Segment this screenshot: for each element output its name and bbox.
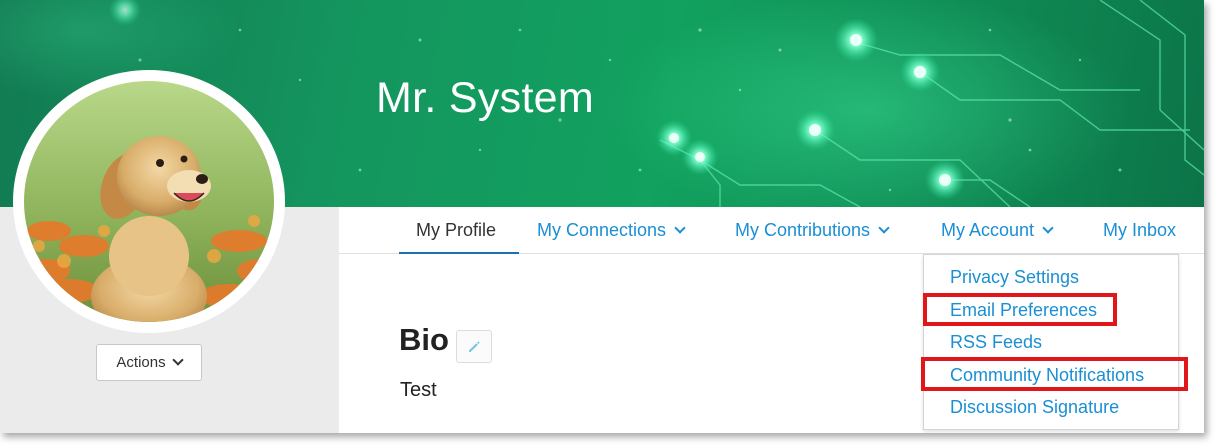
edit-bio-button[interactable] [456,330,492,363]
chevron-down-icon [878,222,890,234]
tab-label: My Profile [416,220,497,240]
profile-name: Mr. System [376,74,595,122]
menu-item-privacy-settings[interactable]: Privacy Settings [950,267,1079,288]
chevron-down-icon [1042,222,1054,234]
avatar-frame [13,70,285,333]
tab-my-profile[interactable]: My Profile [416,207,496,254]
tab-my-connections[interactable]: My Connections [537,207,686,254]
menu-item-rss-feeds[interactable]: RSS Feeds [950,332,1042,353]
avatar [24,81,274,322]
tab-label: My Connections [537,220,667,240]
chevron-down-icon [674,222,686,234]
tab-label: My Account [941,220,1035,240]
tab-my-inbox[interactable]: My Inbox [1103,207,1176,254]
tab-my-account[interactable]: My Account [941,207,1054,254]
account-dropdown-menu: Privacy Settings Email Preferences RSS F… [923,254,1179,430]
chevron-down-icon [171,354,184,366]
menu-item-email-preferences[interactable]: Email Preferences [950,300,1097,321]
tab-label: My Contributions [735,220,871,240]
actions-label: Actions [116,354,166,371]
actions-button[interactable]: Actions [96,344,202,381]
bio-text: Test [400,379,437,401]
tab-my-contributions[interactable]: My Contributions [735,207,890,254]
profile-page: Mr. System Actions My Profile My Connect… [0,0,1204,433]
bio-heading: Bio [399,322,449,357]
menu-item-discussion-signature[interactable]: Discussion Signature [950,397,1119,418]
tab-label: My Inbox [1103,220,1177,240]
active-tab-indicator [399,252,519,254]
pencil-icon [469,341,480,352]
menu-item-community-notifications[interactable]: Community Notifications [950,365,1144,386]
